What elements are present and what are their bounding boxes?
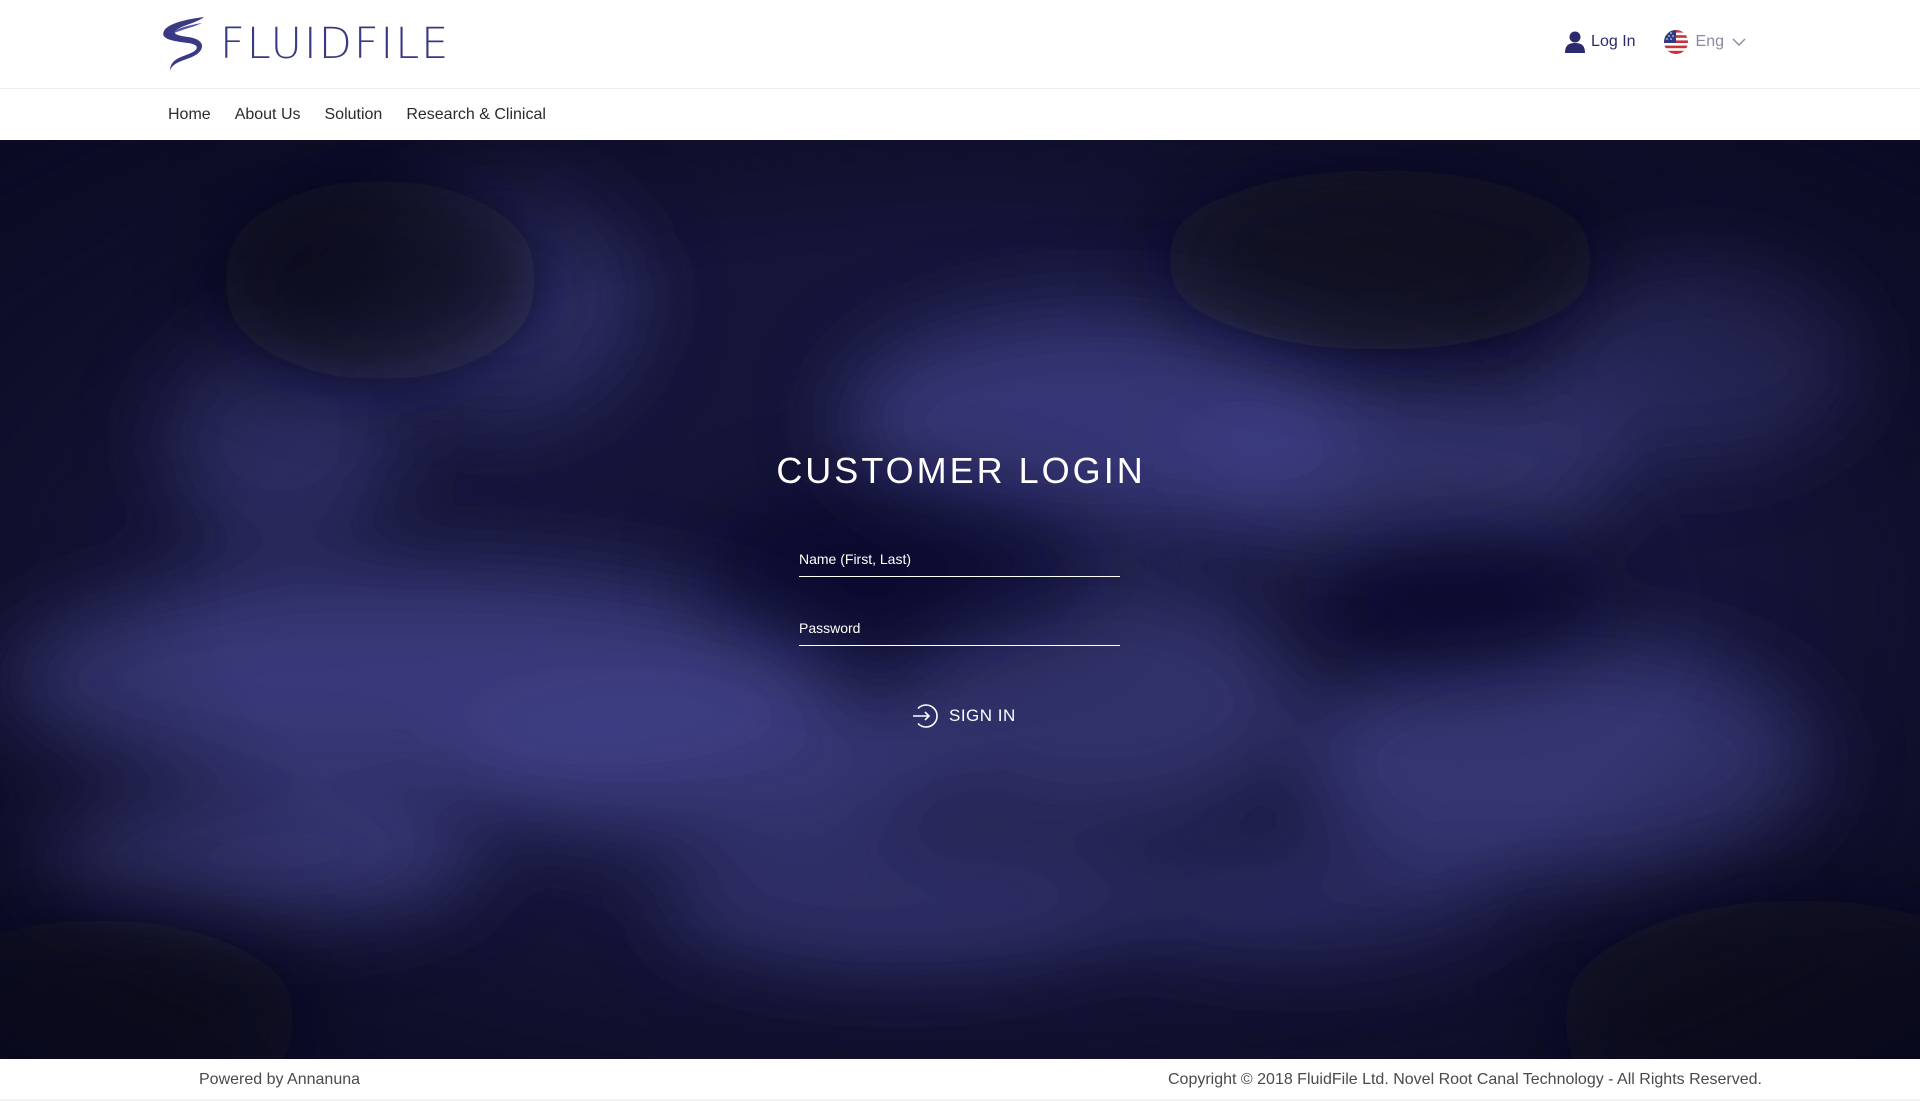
powered-by-text: Powered by Annanuna <box>199 1071 361 1088</box>
nav-item-solution[interactable]: Solution <box>325 106 383 124</box>
sign-in-icon <box>913 704 938 728</box>
language-label: Eng <box>1695 33 1724 50</box>
sign-in-label: SIGN IN <box>949 706 1016 725</box>
site-header: FLUIDFILE Log In Eng <box>0 0 1920 89</box>
language-selector[interactable]: Eng <box>1663 30 1746 54</box>
brand-logo[interactable]: FLUIDFILE <box>158 14 450 74</box>
us-flag-icon <box>1663 30 1688 54</box>
site-footer: Powered by Annanuna Copyright © 2018 Flu… <box>0 1059 1920 1101</box>
login-link[interactable]: Log In <box>1565 31 1636 53</box>
blurred-background-image <box>0 140 1920 1059</box>
password-field-wrapper <box>799 610 1120 646</box>
nav-item-home[interactable]: Home <box>168 106 211 124</box>
name-field-wrapper <box>799 541 1120 577</box>
name-input[interactable] <box>799 541 1120 576</box>
fluidfile-logo-icon <box>163 17 204 71</box>
hero-section: CUSTOMER LOGIN SIGN IN <box>0 140 1920 1059</box>
brand-name: FLUIDFILE <box>220 18 451 69</box>
copyright-text: Copyright © 2018 FluidFile Ltd. Novel Ro… <box>1167 1071 1762 1088</box>
chevron-down-icon <box>1732 38 1746 46</box>
user-icon <box>1565 31 1586 53</box>
login-label: Log In <box>1591 33 1636 50</box>
header-actions: Log In Eng <box>1565 30 1746 54</box>
nav-item-research-clinical[interactable]: Research & Clinical <box>406 106 546 124</box>
password-input[interactable] <box>799 610 1120 645</box>
main-nav: Home About Us Solution Research & Clinic… <box>0 89 1920 140</box>
sign-in-button[interactable]: SIGN IN <box>912 703 1016 729</box>
nav-item-about-us[interactable]: About Us <box>235 106 301 124</box>
login-title: CUSTOMER LOGIN <box>776 450 1146 491</box>
